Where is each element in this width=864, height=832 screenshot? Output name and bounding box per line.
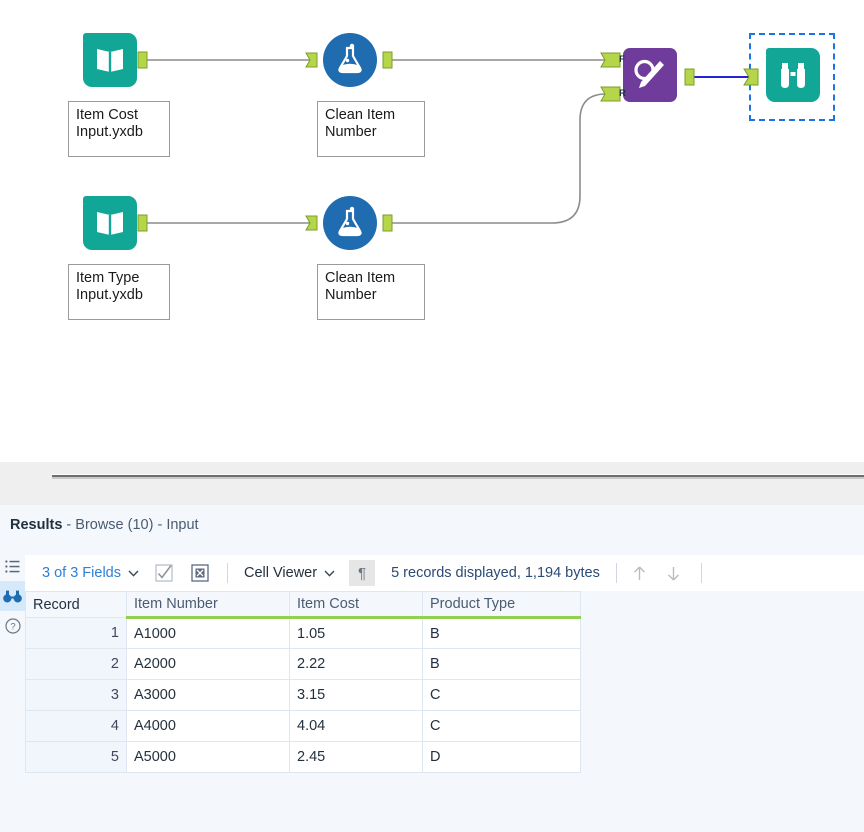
select-all-fields-button[interactable]: [153, 562, 175, 584]
help-glyph: ?: [4, 618, 21, 634]
cell-viewer-label: Cell Viewer: [244, 565, 318, 581]
cell-item-cost: 4.04: [289, 710, 423, 742]
arrow-down-icon: [668, 566, 680, 580]
open-book-icon: [83, 196, 137, 250]
binoculars-glyph: [3, 590, 22, 602]
cell-record: 2: [25, 648, 127, 680]
list-glyph: [5, 559, 20, 573]
cell-item-number: A3000: [126, 679, 290, 711]
cell-product-type: C: [422, 710, 581, 742]
cell-record: 4: [25, 710, 127, 742]
cell-item-cost: 2.22: [289, 648, 423, 680]
node-label-input-item-type: Item Type Input.yxdb: [68, 264, 170, 320]
table-row[interactable]: 3 A3000 3.15 C: [25, 679, 581, 711]
deselect-all-fields-button[interactable]: [189, 562, 211, 584]
results-grid[interactable]: Record Item Number Item Cost Product Typ…: [25, 591, 864, 832]
table-header-row: Record Item Number Item Cost Product Typ…: [25, 591, 581, 619]
anchor-label-f: F: [619, 54, 625, 65]
toolbar-separator: [615, 563, 617, 583]
pilcrow-icon: ¶: [358, 564, 367, 582]
chevron-down-icon: [324, 566, 335, 580]
cell-item-number: A1000: [126, 617, 290, 649]
table-row[interactable]: 1 A1000 1.05 B: [25, 617, 581, 649]
cell-item-cost: 1.05: [289, 617, 423, 649]
svg-text:?: ?: [10, 622, 15, 633]
magnifier-pencil-icon: [623, 48, 677, 102]
chevron-down-icon: [128, 566, 139, 580]
fields-dropdown-label: 3 of 3 Fields: [42, 565, 121, 581]
cell-product-type: B: [422, 617, 581, 649]
column-header-item-number[interactable]: Item Number: [126, 591, 290, 619]
cell-item-cost: 2.45: [289, 741, 423, 773]
fields-dropdown[interactable]: 3 of 3 Fields: [42, 565, 139, 581]
open-book-icon: [83, 33, 137, 87]
anchor-glyph: [137, 51, 148, 69]
node-label-clean-item-number-2: Clean Item Number: [317, 264, 425, 320]
anchor-glyph: [382, 51, 393, 69]
help-icon[interactable]: ?: [0, 611, 25, 641]
list-icon[interactable]: [0, 551, 25, 581]
results-table: Record Item Number Item Cost Product Typ…: [25, 591, 581, 773]
anchor-glyph: [137, 214, 148, 232]
chevron-down-glyph: [324, 570, 335, 577]
workflow-canvas[interactable]: Item Cost Input.yxdb Clean Item Number I…: [0, 0, 864, 462]
anchor-label-r: R: [619, 88, 626, 99]
cell-item-cost: 3.15: [289, 679, 423, 711]
node-label-clean-item-number-1: Clean Item Number: [317, 101, 425, 157]
open-book-glyph: [97, 212, 123, 235]
cell-record: 5: [25, 741, 127, 773]
cell-item-number: A2000: [126, 648, 290, 680]
results-title: Results - Browse (10) - Input: [10, 517, 199, 533]
column-header-record[interactable]: Record: [25, 591, 127, 618]
anchor-glyph: [382, 214, 393, 232]
open-book-glyph: [97, 49, 123, 72]
anchor-glyph: [684, 68, 695, 86]
results-left-rail: ?: [0, 551, 25, 832]
column-header-item-cost[interactable]: Item Cost: [289, 591, 423, 619]
record-count-label: 5 records displayed, 1,194 bytes: [391, 565, 600, 581]
magnifier-pencil-glyph: [634, 59, 664, 88]
cell-item-number: A5000: [126, 741, 290, 773]
pane-splitter[interactable]: [0, 462, 864, 505]
cell-product-type: C: [422, 679, 581, 711]
cell-record: 1: [25, 617, 127, 649]
results-pane: Results - Browse (10) - Input ? 3 of 3 F…: [0, 505, 864, 832]
splitter-grip[interactable]: [52, 474, 864, 479]
flask-glyph: [338, 206, 362, 237]
anchor-glyph: [305, 52, 318, 68]
arrow-up-icon: [634, 566, 646, 580]
anchor-glyph: [305, 215, 318, 231]
anchor-glyph: [743, 68, 759, 86]
flask-icon: [323, 196, 377, 250]
flask-glyph: [338, 43, 362, 74]
results-title-strong: Results: [10, 517, 63, 533]
table-row[interactable]: 5 A5000 2.45 D: [25, 741, 581, 773]
scroll-down-button[interactable]: [663, 562, 685, 584]
cell-product-type: B: [422, 648, 581, 680]
checkbox-checked-icon: [155, 564, 173, 582]
results-toolbar: 3 of 3 Fields Cell Viewer ¶ 5 records di…: [25, 555, 864, 591]
table-row[interactable]: 4 A4000 4.04 C: [25, 710, 581, 742]
toolbar-separator: [700, 563, 702, 583]
binoculars-icon[interactable]: [0, 581, 25, 611]
chevron-down-glyph: [128, 570, 139, 577]
binoculars-glyph: [781, 63, 805, 88]
cell-viewer-dropdown[interactable]: Cell Viewer: [244, 565, 335, 581]
checkbox-x-icon: [191, 564, 209, 582]
table-body: 1 A1000 1.05 B 2 A2000 2.22 B 3 A3000 3.…: [25, 617, 581, 773]
cell-record: 3: [25, 679, 127, 711]
cell-item-number: A4000: [126, 710, 290, 742]
results-title-rest: - Browse (10) - Input: [62, 517, 199, 533]
binoculars-icon: [766, 48, 820, 102]
node-label-input-item-cost: Item Cost Input.yxdb: [68, 101, 170, 157]
cell-product-type: D: [422, 741, 581, 773]
show-whitespace-button[interactable]: ¶: [349, 560, 376, 586]
toolbar-separator: [227, 563, 228, 583]
scroll-up-button[interactable]: [629, 562, 651, 584]
table-row[interactable]: 2 A2000 2.22 B: [25, 648, 581, 680]
column-header-product-type[interactable]: Product Type: [422, 591, 581, 619]
flask-icon: [323, 33, 377, 87]
